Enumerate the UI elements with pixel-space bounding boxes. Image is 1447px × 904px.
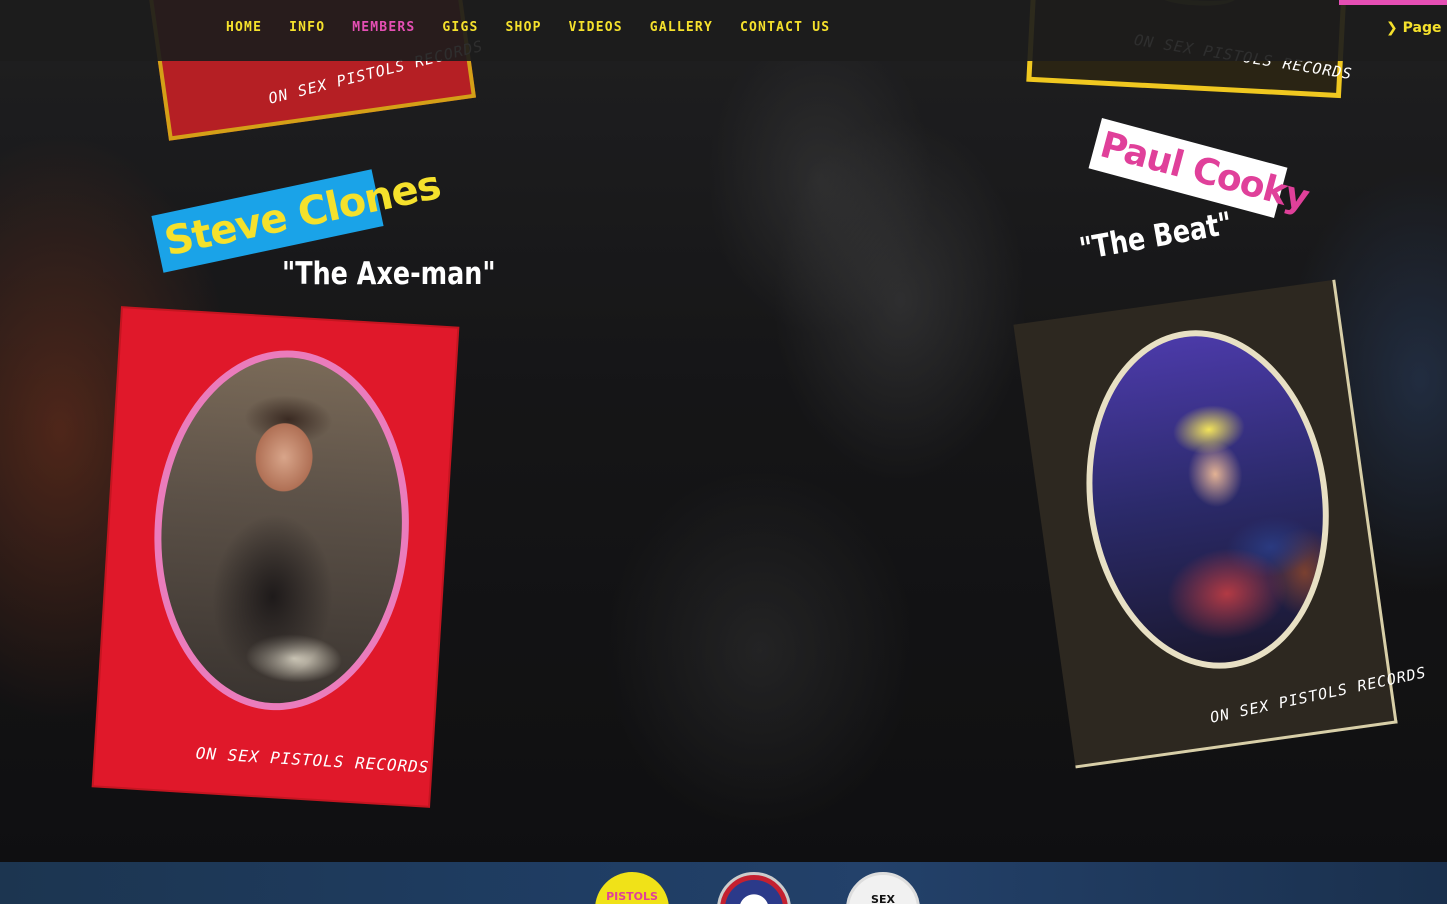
nav-videos[interactable]: Videos [569,20,623,36]
nav-members[interactable]: Members [352,20,415,36]
top-navigation-bar: Home Info Members Gigs Shop Videos Galle… [0,0,1447,61]
member-photo-paul [1065,314,1351,685]
page-menu-button[interactable]: ❯ Page Me [1386,20,1447,36]
pink-tab-accent [1339,0,1447,5]
member-nickname-steve: "The Axe-man" [282,256,496,292]
badge-text: PISTOLS [606,890,658,903]
main-nav: Home Info Members Gigs Shop Videos Galle… [226,20,857,36]
member-photo-steve [143,342,420,718]
badge-text: SEX [871,893,895,904]
member-poster-paul[interactable]: ON SEX PISTOLS RECORDS [1013,279,1428,769]
member-poster-steve[interactable]: ON SEX PISTOLS RECORDS [93,308,458,806]
page-menu-label: Page Me [1402,20,1447,36]
nav-home[interactable]: Home [226,20,262,36]
nav-contact-us[interactable]: Contact Us [740,20,830,36]
poster-label: ON SEX PISTOLS RECORDS [195,743,430,777]
nav-shop[interactable]: Shop [506,20,542,36]
nav-gallery[interactable]: Gallery [650,20,713,36]
nav-info[interactable]: Info [289,20,325,36]
chevron-right-icon: ❯ [1386,20,1398,36]
nav-gigs[interactable]: Gigs [442,20,478,36]
